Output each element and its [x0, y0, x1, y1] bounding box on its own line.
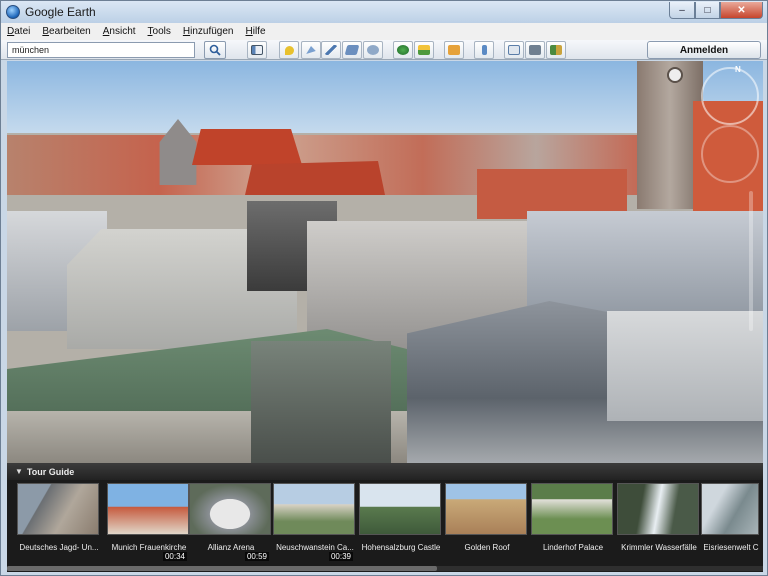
- menu-hilfe[interactable]: Hilfe: [246, 26, 266, 37]
- tour-item[interactable]: 00:39 Neuschwanstein Ca...: [273, 483, 355, 563]
- historical-imagery-icon[interactable]: [393, 41, 413, 59]
- menu-datei[interactable]: Datei: [7, 26, 30, 37]
- polygon-icon[interactable]: [301, 41, 321, 59]
- google-earth-window: Google Earth – □ ✕ Datei Bearbeiten Ansi…: [0, 0, 768, 576]
- tour-thumbnail-image: [617, 483, 699, 535]
- title-bar[interactable]: Google Earth – □ ✕: [1, 1, 767, 23]
- tour-icon[interactable]: [363, 41, 383, 59]
- tour-item-label: Eisriesenwelt C: [703, 543, 759, 552]
- window-controls: – □ ✕: [669, 2, 763, 19]
- tour-item-label: Allianz Arena: [207, 543, 255, 552]
- search-input[interactable]: [7, 42, 195, 58]
- menu-bar: Datei Bearbeiten Ansicht Tools Hinzufüge…: [1, 23, 767, 40]
- tour-guide-title: Tour Guide: [26, 466, 75, 477]
- close-button[interactable]: ✕: [720, 2, 763, 19]
- tour-scrollbar-thumb[interactable]: [7, 566, 437, 571]
- print-icon[interactable]: [525, 41, 545, 59]
- north-indicator: N: [735, 65, 741, 74]
- tour-guide-header[interactable]: ▼ Tour Guide: [7, 463, 763, 480]
- tour-thumbnail-image: [359, 483, 441, 535]
- search-button[interactable]: [204, 41, 226, 59]
- tour-duration: 00:39: [328, 552, 353, 561]
- tour-thumbnail-image: [701, 483, 759, 535]
- tour-item-label: Deutsches Jagd- Un...: [19, 543, 99, 552]
- tour-item-label: Linderhof Palace: [542, 543, 604, 552]
- tour-item[interactable]: Eisriesenwelt C: [701, 483, 761, 563]
- toolbar: Anmelden: [1, 40, 767, 60]
- minimize-button[interactable]: –: [669, 2, 695, 19]
- planets-icon[interactable]: [444, 41, 464, 59]
- tour-duration: 00:59: [244, 552, 269, 561]
- window-title: Google Earth: [25, 5, 96, 19]
- sidebar-icon[interactable]: [247, 41, 267, 59]
- tour-thumbnail-image: [189, 483, 271, 535]
- login-button[interactable]: Anmelden: [647, 41, 761, 59]
- tour-item-label: Golden Roof: [464, 543, 510, 552]
- tour-thumbnail-image: [17, 483, 99, 535]
- google-earth-logo-icon: [6, 5, 20, 19]
- look-control[interactable]: [701, 67, 759, 125]
- tour-item[interactable]: Linderhof Palace: [531, 483, 613, 563]
- tour-item[interactable]: 00:34 Munich Frauenkirche: [107, 483, 189, 563]
- menu-hinzufuegen[interactable]: Hinzufügen: [183, 26, 234, 37]
- tour-item-label: Krimmler Wasserfälle: [621, 543, 697, 552]
- menu-ansicht[interactable]: Ansicht: [103, 26, 136, 37]
- tour-thumbnail-image: [531, 483, 613, 535]
- tour-guide-panel: ▼ Tour Guide Deutsches Jagd- Un... 00:34…: [7, 463, 763, 572]
- collapse-icon[interactable]: ▼: [15, 467, 23, 476]
- path-icon[interactable]: [321, 41, 341, 59]
- tour-thumbnail-image: [445, 483, 527, 535]
- tour-duration: 00:34: [162, 552, 187, 561]
- tour-item-label: Hohensalzburg Castle: [361, 543, 441, 552]
- red-roof-building: [245, 161, 385, 195]
- image-overlay-icon[interactable]: [342, 41, 362, 59]
- earth-3d-view[interactable]: N: [7, 61, 763, 463]
- menu-tools[interactable]: Tools: [148, 26, 171, 37]
- ruler-icon[interactable]: [474, 41, 494, 59]
- email-icon[interactable]: [504, 41, 524, 59]
- tour-item[interactable]: Krimmler Wasserfälle: [617, 483, 699, 563]
- sun-icon[interactable]: [414, 41, 434, 59]
- tour-item[interactable]: Golden Roof: [445, 483, 527, 563]
- zoom-slider[interactable]: [749, 191, 753, 331]
- tour-thumbnail-image: [107, 483, 189, 535]
- tour-item[interactable]: 00:59 Allianz Arena: [189, 483, 271, 563]
- red-roof-building: [192, 129, 302, 165]
- tour-thumbnail-image: [273, 483, 355, 535]
- move-control[interactable]: [701, 125, 759, 183]
- search-icon: [209, 44, 221, 56]
- tower-clock: [667, 67, 683, 83]
- maximize-button[interactable]: □: [695, 2, 720, 19]
- tour-thumbnails: Deutsches Jagd- Un... 00:34 Munich Fraue…: [7, 483, 763, 565]
- foreground-building: [607, 311, 763, 421]
- placemark-icon[interactable]: [279, 41, 299, 59]
- menu-bearbeiten[interactable]: Bearbeiten: [42, 26, 90, 37]
- tour-item-label: Munich Frauenkirche: [111, 543, 187, 552]
- tour-item[interactable]: Hohensalzburg Castle: [359, 483, 441, 563]
- tour-item[interactable]: Deutsches Jagd- Un...: [17, 483, 99, 563]
- tour-item-label: Neuschwanstein Ca...: [276, 543, 354, 552]
- foreground-building: [251, 341, 391, 463]
- tour-scrollbar[interactable]: [7, 566, 763, 571]
- map-export-icon[interactable]: [546, 41, 566, 59]
